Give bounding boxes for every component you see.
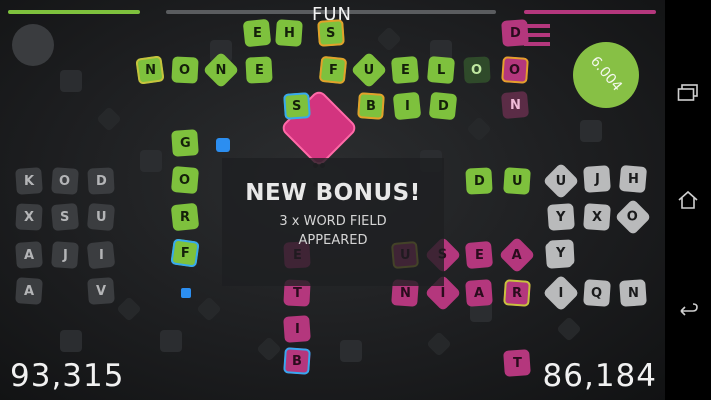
board-tile[interactable]: D [501,19,529,47]
board-tile[interactable]: I [392,91,422,121]
board-tile[interactable]: A [465,279,493,307]
left-progress-bar [8,10,140,14]
board-tile[interactable]: B [283,347,311,375]
recent-apps-icon [677,84,698,101]
timer-value: 6.004 [586,53,626,95]
bonus-description: 3 x WORD FIELD [279,214,387,229]
bonus-title: NEW BONUS! [245,180,421,206]
rack-tile[interactable]: H [618,164,648,194]
rack-tile[interactable]: J [583,165,611,193]
board-tile[interactable]: E [464,240,494,270]
rack-tile[interactable]: O [614,198,652,236]
bonus-popup: NEW BONUS! 3 x WORD FIELD APPEARED [222,158,444,286]
board-tile[interactable]: F [318,55,348,85]
board-tile[interactable]: L [426,55,456,85]
rack-tile[interactable]: V [87,277,115,305]
rack-tile[interactable]: Y [547,203,575,231]
board-tile[interactable]: I [283,315,311,343]
home-icon [678,190,698,209]
board-tile[interactable]: N [135,55,165,85]
back-icon [680,303,698,316]
back-button[interactable] [675,298,701,324]
board-tile[interactable]: U [350,51,388,89]
board-tile[interactable]: E [242,18,272,48]
rack-tile[interactable]: A [15,277,43,305]
rack-tile[interactable]: X [583,203,611,231]
board-tile[interactable]: D [465,167,493,195]
board-tile[interactable]: R [170,202,200,232]
board-tile[interactable]: S [317,19,345,47]
board-tile[interactable]: O [463,56,491,84]
board-tile[interactable]: E [390,55,420,85]
board-tile[interactable]: R [503,279,531,307]
blue-gem-icon [216,138,230,152]
board-tile[interactable]: N [500,90,530,120]
rack-tile[interactable]: X [15,203,43,231]
pause-button[interactable] [12,24,54,66]
board-tile[interactable]: T [503,349,531,377]
rack-tile[interactable]: I [86,240,116,270]
board-tile[interactable]: O [501,56,529,84]
rack-tile[interactable]: A [15,241,43,269]
board-tile[interactable]: O [171,56,199,84]
rack-tile[interactable]: U [86,202,116,232]
right-player-score: 86,184 [542,358,657,394]
rack-tile[interactable]: I [542,274,580,312]
turn-timer: 6.004 [573,42,639,108]
board-tile[interactable]: G [171,129,199,157]
board-tile[interactable]: N [202,51,240,89]
right-progress-bar [524,10,656,14]
board-tile[interactable]: E [245,56,273,84]
game-board[interactable]: FUN 6.004 E H S N O N E F U E L O S B I … [0,0,665,400]
board-tile[interactable]: A [498,236,536,274]
recent-apps-button[interactable] [675,80,701,106]
board-tile[interactable]: D [428,91,458,121]
board-tile[interactable]: U [503,167,531,195]
board-tile[interactable]: H [275,19,303,47]
blue-gem-icon [181,288,191,298]
board-tile[interactable]: B [357,92,385,120]
rack-tile[interactable]: O [51,167,79,195]
rack-tile[interactable]: Y [547,239,575,267]
rack-tile[interactable]: D [87,167,115,195]
board-tile[interactable]: S [283,92,311,120]
home-button[interactable] [675,187,701,213]
bonus-description: APPEARED [298,233,368,248]
rack-tile[interactable]: N [619,279,647,307]
rack-tile[interactable]: J [51,241,79,269]
left-player-score: 93,315 [10,358,125,394]
rack-tile[interactable]: S [50,202,80,232]
rack-tile[interactable]: U [542,162,580,200]
rack-tile[interactable]: Q [583,279,611,307]
system-nav-bar [665,0,711,400]
board-tile[interactable]: F [170,238,200,268]
board-tile[interactable]: O [170,165,200,195]
rack-tile[interactable]: K [15,167,43,195]
